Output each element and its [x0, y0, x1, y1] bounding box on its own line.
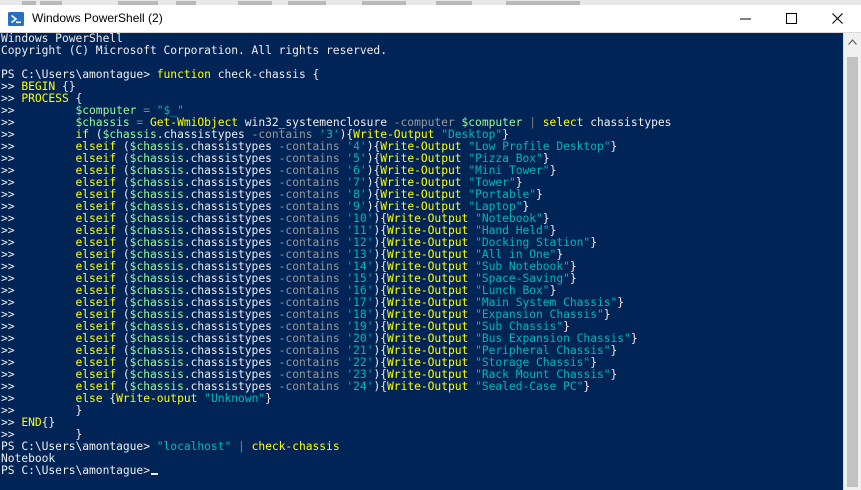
console-token: } — [630, 332, 638, 345]
console-token: } — [610, 140, 618, 153]
console-token: | — [231, 440, 252, 453]
console-token: } — [583, 380, 591, 393]
text-cursor — [150, 473, 158, 475]
console-token: "localhost" — [156, 440, 232, 453]
console-token: Write-Output — [387, 380, 469, 393]
console-line: >> BEGIN {} — [1, 81, 843, 93]
console-token: select — [542, 116, 584, 129]
console-token: } — [549, 164, 557, 177]
console-token: { — [102, 392, 117, 405]
console-token: } — [265, 392, 272, 405]
title-bar[interactable]: Windows PowerShell (2) — [0, 5, 861, 33]
console-token: "Unknown" — [204, 392, 266, 405]
console-token: ){ — [373, 380, 388, 393]
console-token: PS C:\Users\amontague> — [1, 464, 150, 477]
maximize-icon — [786, 13, 797, 24]
console-line: >> END{} — [1, 417, 843, 429]
console-token: } — [617, 296, 625, 309]
maximize-button[interactable] — [769, 5, 815, 32]
console-token: | — [522, 116, 543, 129]
vertical-scrollbar[interactable] — [843, 33, 861, 490]
console-token: } — [610, 368, 618, 381]
window-title: Windows PowerShell (2) — [32, 11, 163, 25]
console-line: PS C:\Users\amontague> — [1, 465, 843, 477]
minimize-icon — [740, 18, 751, 20]
scrollbar-thumb[interactable] — [847, 57, 858, 487]
console-token: '24' — [346, 380, 374, 393]
console-line: PS C:\Users\amontague> "localhost" | che… — [1, 441, 843, 453]
console-token: check-chassis — [251, 440, 340, 453]
console-output: Windows PowerShell Copyright (C) Microsof… — [0, 33, 843, 477]
console-token: "Sealed-Case PC" — [475, 380, 584, 393]
close-icon — [832, 13, 843, 24]
console-token: Copyright (C) Microsoft Corporation. All… — [1, 44, 387, 57]
console-token: } — [610, 344, 618, 357]
console-token: } — [590, 236, 597, 249]
console-area[interactable]: Windows PowerShell Copyright (C) Microsof… — [0, 33, 843, 490]
console-line: >> else {Write-output "Unknown"} — [1, 393, 843, 405]
console-token: function — [156, 68, 211, 81]
scroll-up-arrow-icon[interactable] — [848, 39, 857, 45]
console-token: check-chassis { — [210, 68, 320, 81]
console-token: } — [536, 188, 543, 201]
console-line: PS C:\Users\amontague> function check-ch… — [1, 69, 843, 81]
powershell-icon — [8, 12, 24, 26]
console-token: Write-output — [116, 392, 198, 405]
console-token: } — [603, 308, 611, 321]
console-token: } — [569, 272, 577, 285]
console-line: Copyright (C) Microsoft Corporation. All… — [1, 45, 843, 57]
minimize-button[interactable] — [723, 5, 769, 32]
console-token: chassistypes — [583, 116, 672, 129]
close-button[interactable] — [815, 5, 861, 32]
console-token: -contains — [278, 380, 340, 393]
console-line: >> } — [1, 405, 843, 417]
